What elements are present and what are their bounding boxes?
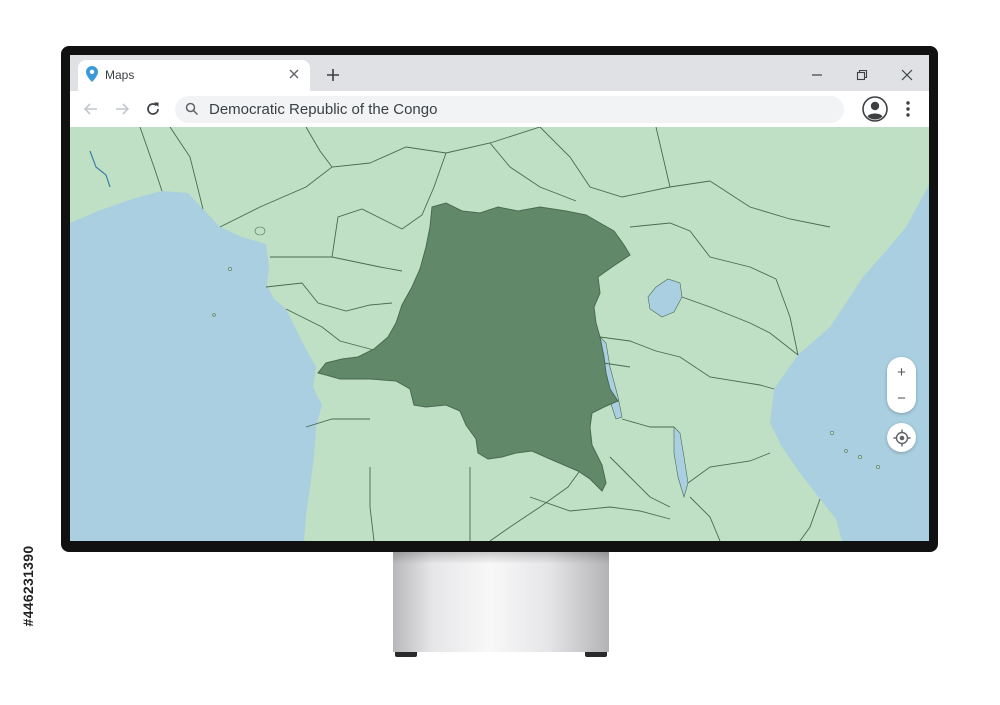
reload-button[interactable] xyxy=(141,97,165,121)
close-icon xyxy=(901,69,913,81)
plus-icon xyxy=(327,69,339,81)
stand-shadow xyxy=(393,552,609,564)
search-query: Democratic Republic of the Congo xyxy=(209,101,438,118)
map-pin-icon xyxy=(86,66,98,87)
forward-arrow-icon xyxy=(116,103,130,115)
minimize-icon xyxy=(812,74,822,76)
browser-window: Maps Democratic Republic of the Congo + … xyxy=(70,55,929,541)
back-button[interactable] xyxy=(79,97,103,121)
close-icon[interactable] xyxy=(284,64,304,84)
new-tab-button[interactable] xyxy=(322,64,344,86)
reload-icon xyxy=(147,102,159,115)
stand-foot-left xyxy=(395,652,417,657)
monitor-bezel: Maps Democratic Republic of the Congo + … xyxy=(61,46,938,552)
more-vert-icon[interactable] xyxy=(898,97,918,121)
toolbar: Democratic Republic of the Congo xyxy=(70,91,929,127)
forward-button[interactable] xyxy=(110,97,134,121)
restore-button[interactable] xyxy=(851,64,873,86)
zoom-in-button[interactable]: + xyxy=(887,359,916,385)
map-canvas[interactable] xyxy=(70,127,929,541)
crosshair-icon[interactable] xyxy=(887,423,916,452)
stand-foot-right xyxy=(585,652,607,657)
window-close-button[interactable] xyxy=(896,64,918,86)
zoom-control: + − xyxy=(887,357,916,413)
back-arrow-icon xyxy=(83,103,97,115)
title-bar: Maps xyxy=(70,55,929,91)
tab-maps[interactable]: Maps xyxy=(78,60,310,91)
account-icon[interactable] xyxy=(862,96,888,122)
restore-icon xyxy=(856,69,868,81)
zoom-out-button[interactable]: − xyxy=(887,385,916,411)
search-icon xyxy=(185,102,199,121)
tab-title: Maps xyxy=(105,68,135,82)
monitor-stand xyxy=(393,552,609,652)
search-input[interactable]: Democratic Republic of the Congo xyxy=(175,96,844,123)
minimize-button[interactable] xyxy=(806,64,828,86)
watermark-id: #446231390 xyxy=(20,545,36,627)
